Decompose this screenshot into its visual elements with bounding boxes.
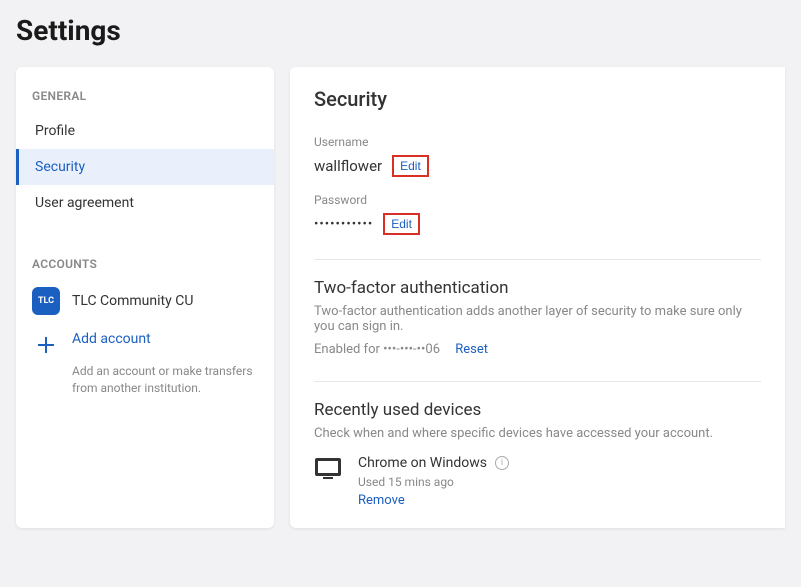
add-account-button[interactable]: Add account: [16, 321, 274, 363]
add-account-label: Add account: [72, 331, 151, 347]
info-icon[interactable]: i: [495, 456, 509, 470]
username-value: wallflower: [314, 157, 382, 175]
twofa-reset-link[interactable]: Reset: [455, 342, 488, 357]
main-panel: Security Username wallflower Edit Passwo…: [290, 67, 785, 528]
password-field: Password ••••••••••• Edit: [314, 193, 761, 235]
password-label: Password: [314, 193, 761, 207]
sidebar-item-label: Profile: [35, 123, 75, 139]
username-field: Username wallflower Edit: [314, 135, 761, 177]
password-mask: •••••••••••: [314, 217, 373, 232]
page-header: Settings: [0, 0, 801, 67]
twofa-title: Two-factor authentication: [314, 278, 761, 298]
sidebar-item-profile[interactable]: Profile: [16, 113, 274, 149]
devices-desc: Check when and where specific devices ha…: [314, 426, 761, 441]
device-row: Chrome on Windows i Used 15 mins ago Rem…: [314, 455, 761, 508]
twofa-section: Two-factor authentication Two-factor aut…: [314, 278, 761, 357]
desktop-icon: [314, 457, 342, 481]
twofa-enabled-text: Enabled for •••-•••-••06: [314, 342, 440, 357]
sidebar-section-general: GENERAL: [16, 83, 274, 113]
account-row[interactable]: TLC TLC Community CU: [16, 281, 274, 321]
sidebar-item-label: User agreement: [35, 195, 134, 211]
sidebar-item-security[interactable]: Security: [16, 149, 274, 185]
twofa-desc: Two-factor authentication adds another l…: [314, 304, 761, 334]
sidebar: GENERAL Profile Security User agreement …: [16, 67, 274, 528]
edit-password-button[interactable]: Edit: [383, 213, 420, 235]
sidebar-section-accounts: ACCOUNTS: [16, 251, 274, 281]
sidebar-item-user-agreement[interactable]: User agreement: [16, 185, 274, 221]
account-name: TLC Community CU: [72, 293, 193, 309]
section-title: Security: [314, 87, 761, 111]
devices-section: Recently used devices Check when and whe…: [314, 400, 761, 508]
page-title: Settings: [16, 14, 785, 47]
device-remove-link[interactable]: Remove: [358, 493, 509, 508]
plus-icon: [32, 331, 60, 359]
sidebar-item-label: Security: [35, 159, 85, 175]
add-account-desc: Add an account or make transfers from an…: [16, 363, 274, 397]
username-label: Username: [314, 135, 761, 149]
devices-title: Recently used devices: [314, 400, 761, 420]
device-name: Chrome on Windows: [358, 455, 487, 471]
divider: [314, 259, 761, 260]
divider: [314, 381, 761, 382]
device-time: Used 15 mins ago: [358, 475, 509, 489]
account-logo-icon: TLC: [32, 287, 60, 315]
edit-username-button[interactable]: Edit: [392, 155, 429, 177]
